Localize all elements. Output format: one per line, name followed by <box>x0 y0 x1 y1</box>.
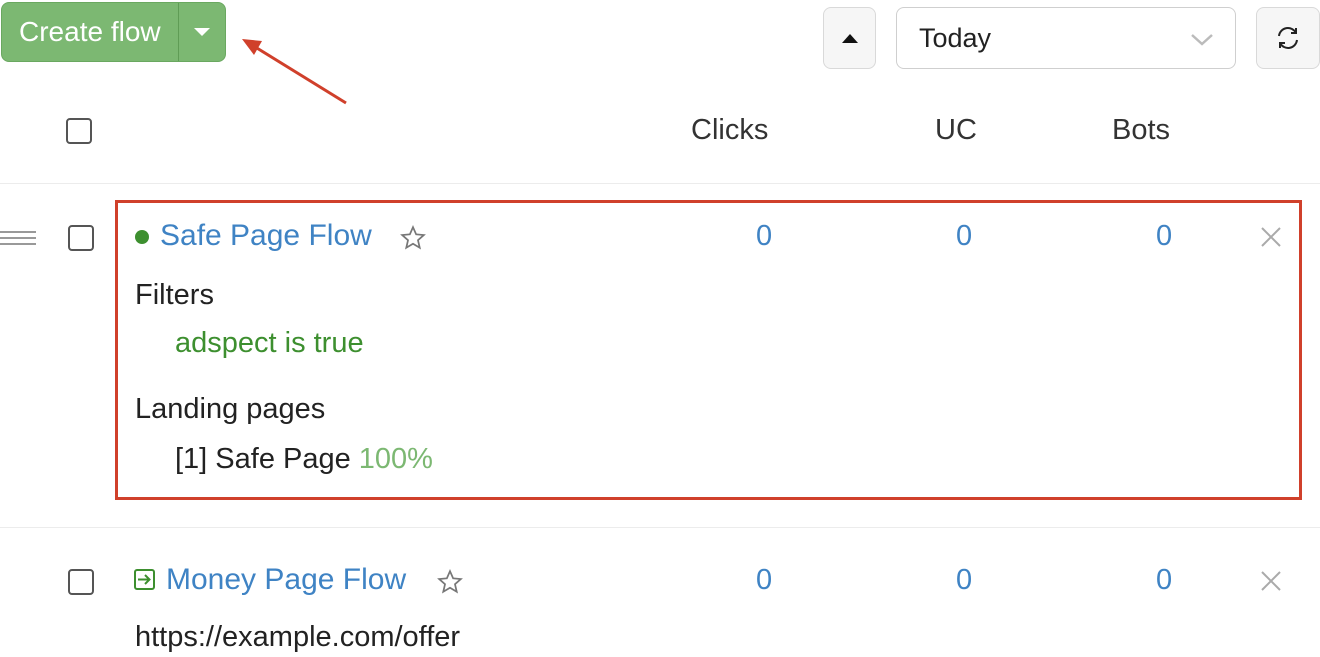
status-active-icon <box>135 230 149 244</box>
landing-page-name: [1] Safe Page <box>175 443 351 475</box>
close-icon[interactable] <box>1260 570 1282 592</box>
flow-uc-value[interactable]: 0 <box>956 564 972 597</box>
flow-row-checkbox[interactable] <box>68 225 94 251</box>
flow-bots-value[interactable]: 0 <box>1156 564 1172 597</box>
drag-handle-icon[interactable] <box>0 231 36 249</box>
create-flow-button[interactable]: Create flow <box>2 3 178 61</box>
star-icon[interactable] <box>400 225 426 251</box>
landing-page-item: [1] Safe Page 100% <box>175 443 433 476</box>
filter-condition: adspect is true <box>175 327 364 359</box>
flow-redirect-url: https://example.com/offer <box>135 621 461 653</box>
landing-pages-label: Landing pages <box>135 393 326 425</box>
create-flow-split-button: Create flow <box>1 2 226 62</box>
header-divider <box>0 183 1320 184</box>
sort-toggle-button[interactable] <box>823 7 876 69</box>
star-icon[interactable] <box>437 569 463 595</box>
period-select-value: Today <box>919 22 992 53</box>
period-select[interactable]: Today <box>896 7 1236 69</box>
annotation-arrow <box>242 39 347 105</box>
flow-row-checkbox[interactable] <box>68 569 94 595</box>
triangle-up-icon <box>841 33 858 43</box>
redirect-icon <box>134 569 155 590</box>
refresh-button[interactable] <box>1256 7 1320 69</box>
column-header-clicks[interactable]: Clicks <box>691 114 768 147</box>
flow-clicks-value[interactable]: 0 <box>756 564 772 597</box>
flow-bots-value[interactable]: 0 <box>1156 220 1172 253</box>
flow-uc-value[interactable]: 0 <box>956 220 972 253</box>
flow-name-link[interactable]: Money Page Flow <box>166 563 406 597</box>
filters-label: Filters <box>135 279 214 311</box>
refresh-icon <box>1278 27 1298 49</box>
column-header-bots[interactable]: Bots <box>1112 114 1170 147</box>
row-divider <box>0 527 1320 528</box>
select-all-checkbox[interactable] <box>66 118 92 144</box>
column-header-uc[interactable]: UC <box>935 114 977 147</box>
create-flow-dropdown-toggle[interactable] <box>178 3 225 61</box>
chevron-down-icon <box>1191 34 1213 46</box>
landing-page-share: 100% <box>358 443 433 475</box>
caret-down-icon <box>194 28 210 36</box>
flow-name-link[interactable]: Safe Page Flow <box>160 219 372 253</box>
flow-clicks-value[interactable]: 0 <box>756 220 772 253</box>
close-icon[interactable] <box>1260 226 1282 248</box>
